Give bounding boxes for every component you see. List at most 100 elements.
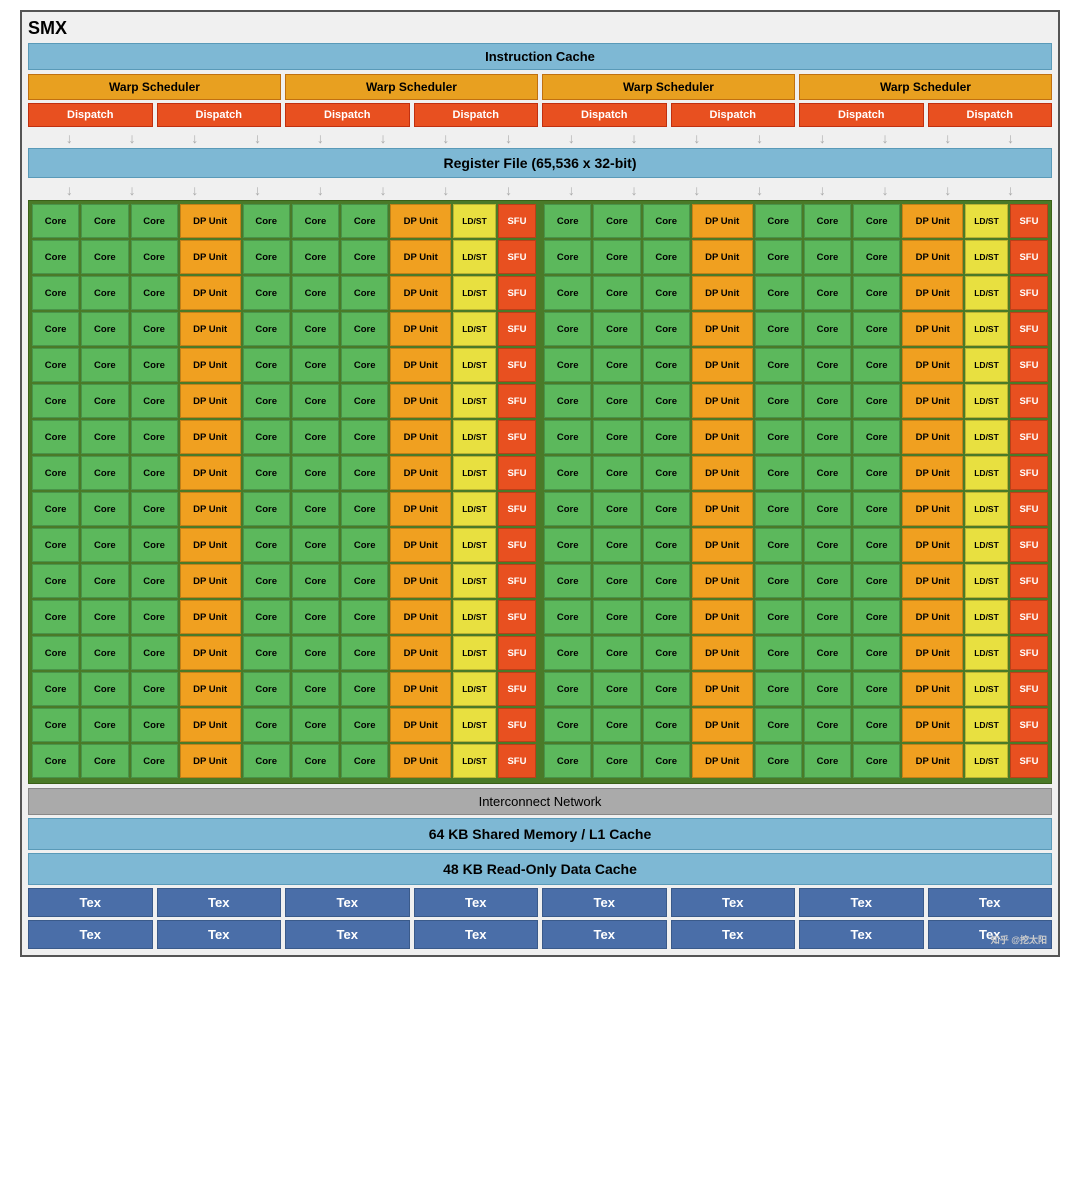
dp-unit2-h1-r12: DP Unit <box>390 600 451 634</box>
dp-unit2-h2-r12: DP Unit <box>902 600 963 634</box>
ldst-h2-r9: LD/ST <box>965 492 1008 526</box>
warp-scheduler-2: Warp Scheduler <box>285 74 538 100</box>
core2-h1-r7-2: Core <box>292 420 339 454</box>
core-row-5: CoreCoreCoreDP UnitCoreCoreCoreDP UnitLD… <box>32 348 1048 382</box>
core-h2-r3-2: Core <box>593 276 640 310</box>
ldst-h2-r14: LD/ST <box>965 672 1008 706</box>
core2-h2-r10-1: Core <box>755 528 802 562</box>
core2-h1-r10-1: Core <box>243 528 290 562</box>
core2-h1-r2-1: Core <box>243 240 290 274</box>
ldst-h2-r10: LD/ST <box>965 528 1008 562</box>
core-row-1: CoreCoreCoreDP UnitCoreCoreCoreDP UnitLD… <box>32 204 1048 238</box>
dp-unit-h1-r15: DP Unit <box>180 708 241 742</box>
core2-h1-r15-2: Core <box>292 708 339 742</box>
cores-section: CoreCoreCoreDP UnitCoreCoreCoreDP UnitLD… <box>28 200 1052 784</box>
core2-h1-r8-3: Core <box>341 456 388 490</box>
core-h2-r7-1: Core <box>544 420 591 454</box>
core-h1-r7-2: Core <box>81 420 128 454</box>
dispatch-4: Dispatch <box>414 103 539 127</box>
dp-unit-h1-r5: DP Unit <box>180 348 241 382</box>
ldst-h1-r16: LD/ST <box>453 744 496 778</box>
core-h1-r7-1: Core <box>32 420 79 454</box>
core2-h1-r12-3: Core <box>341 600 388 634</box>
core2-h1-r6-2: Core <box>292 384 339 418</box>
core2-h2-r5-2: Core <box>804 348 851 382</box>
core-h1-r13-3: Core <box>131 636 178 670</box>
core-row-16: CoreCoreCoreDP UnitCoreCoreCoreDP UnitLD… <box>32 744 1048 778</box>
dispatch-5: Dispatch <box>542 103 667 127</box>
core-h2-r16-2: Core <box>593 744 640 778</box>
sfu-h1-r16: SFU <box>498 744 536 778</box>
core2-h1-r10-3: Core <box>341 528 388 562</box>
core-h2-r12-3: Core <box>643 600 690 634</box>
dp-unit-h1-r1: DP Unit <box>180 204 241 238</box>
core2-h2-r13-2: Core <box>804 636 851 670</box>
ldst-h2-r5: LD/ST <box>965 348 1008 382</box>
core-h1-r13-2: Core <box>81 636 128 670</box>
core-h2-r10-1: Core <box>544 528 591 562</box>
dp-unit2-h1-r10: DP Unit <box>390 528 451 562</box>
core-h2-r13-2: Core <box>593 636 640 670</box>
core-h2-r1-1: Core <box>544 204 591 238</box>
warp-scheduler-4: Warp Scheduler <box>799 74 1052 100</box>
core-row-12: CoreCoreCoreDP UnitCoreCoreCoreDP UnitLD… <box>32 600 1048 634</box>
sfu-h2-r12: SFU <box>1010 600 1048 634</box>
core2-h2-r16-3: Core <box>853 744 900 778</box>
dp-unit-h1-r10: DP Unit <box>180 528 241 562</box>
core2-h1-r13-1: Core <box>243 636 290 670</box>
core2-h1-r14-2: Core <box>292 672 339 706</box>
core2-h2-r12-3: Core <box>853 600 900 634</box>
dp-unit-h2-r10: DP Unit <box>692 528 753 562</box>
tex-1-5: Tex <box>542 888 667 917</box>
core-h2-r5-2: Core <box>593 348 640 382</box>
tex-2-1: Tex <box>28 920 153 949</box>
tex-1-2: Tex <box>157 888 282 917</box>
core2-h2-r8-2: Core <box>804 456 851 490</box>
readonly-cache: 48 KB Read-Only Data Cache <box>28 853 1052 885</box>
core2-h2-r6-2: Core <box>804 384 851 418</box>
core2-h1-r12-2: Core <box>292 600 339 634</box>
dp-unit-h2-r16: DP Unit <box>692 744 753 778</box>
sfu-h2-r5: SFU <box>1010 348 1048 382</box>
warp-scheduler-1: Warp Scheduler <box>28 74 281 100</box>
core2-h2-r1-2: Core <box>804 204 851 238</box>
core2-h1-r8-2: Core <box>292 456 339 490</box>
core2-h1-r13-3: Core <box>341 636 388 670</box>
core2-h1-r9-3: Core <box>341 492 388 526</box>
dispatch-row: Dispatch Dispatch Dispatch Dispatch Disp… <box>28 103 1052 127</box>
core-h2-r4-1: Core <box>544 312 591 346</box>
dp-unit-h2-r6: DP Unit <box>692 384 753 418</box>
core2-h2-r5-1: Core <box>755 348 802 382</box>
dp-unit2-h1-r9: DP Unit <box>390 492 451 526</box>
dp-unit-h2-r1: DP Unit <box>692 204 753 238</box>
core-h2-r12-1: Core <box>544 600 591 634</box>
core2-h2-r4-3: Core <box>853 312 900 346</box>
tex-2-3: Tex <box>285 920 410 949</box>
dp-unit-h2-r3: DP Unit <box>692 276 753 310</box>
dp-unit2-h2-r15: DP Unit <box>902 708 963 742</box>
core2-h2-r13-1: Core <box>755 636 802 670</box>
dp-unit-h1-r3: DP Unit <box>180 276 241 310</box>
core2-h1-r15-1: Core <box>243 708 290 742</box>
core2-h2-r16-2: Core <box>804 744 851 778</box>
ldst-h2-r3: LD/ST <box>965 276 1008 310</box>
dp-unit2-h1-r16: DP Unit <box>390 744 451 778</box>
core-h1-r9-3: Core <box>131 492 178 526</box>
core2-h1-r4-1: Core <box>243 312 290 346</box>
sfu-h1-r11: SFU <box>498 564 536 598</box>
core2-h1-r8-1: Core <box>243 456 290 490</box>
ldst-h1-r3: LD/ST <box>453 276 496 310</box>
core-h2-r4-3: Core <box>643 312 690 346</box>
tex-1-4: Tex <box>414 888 539 917</box>
core-h1-r16-3: Core <box>131 744 178 778</box>
core-h2-r3-1: Core <box>544 276 591 310</box>
dp-unit2-h2-r13: DP Unit <box>902 636 963 670</box>
core-row-4: CoreCoreCoreDP UnitCoreCoreCoreDP UnitLD… <box>32 312 1048 346</box>
core2-h1-r3-3: Core <box>341 276 388 310</box>
core-h2-r8-1: Core <box>544 456 591 490</box>
tex-row-2: Tex Tex Tex Tex Tex Tex Tex Tex 知乎 @挖太阳 <box>28 920 1052 949</box>
core2-h2-r2-2: Core <box>804 240 851 274</box>
core2-h1-r11-2: Core <box>292 564 339 598</box>
sfu-h1-r2: SFU <box>498 240 536 274</box>
core-h1-r6-3: Core <box>131 384 178 418</box>
